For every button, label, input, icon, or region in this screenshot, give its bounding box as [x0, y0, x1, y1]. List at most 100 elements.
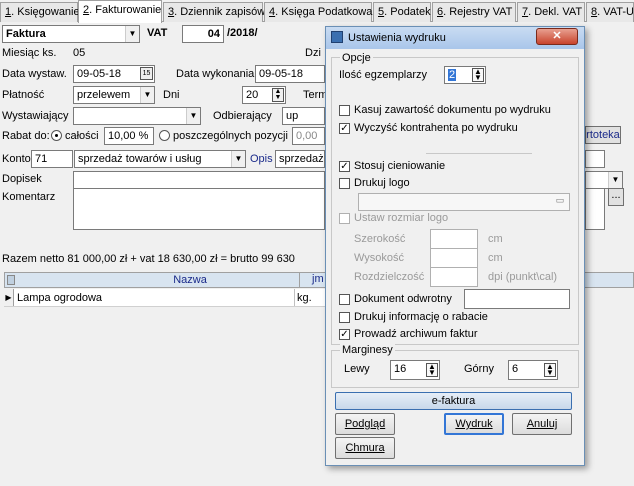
lewy-label: Lewy	[344, 363, 370, 375]
vat-label: VAT	[147, 27, 168, 39]
row-pointer-icon: ▶	[4, 289, 14, 306]
opis-label: Opis	[250, 153, 273, 165]
col-nazwa[interactable]: Nazwa	[85, 274, 295, 286]
opis-field[interactable]: sprzedaż	[275, 150, 325, 168]
chevron-down-icon: ▼	[186, 108, 200, 124]
stosuj-checkbox[interactable]: ✓	[339, 161, 350, 172]
wyczysc-label: Wyczyść kontrahenta po wydruku	[354, 122, 518, 134]
platnosc-select[interactable]: przelewem ▼	[73, 86, 155, 104]
odwrotny-field[interactable]	[464, 289, 570, 309]
radio-dot	[55, 134, 58, 137]
odbierajacy-field[interactable]: up	[282, 107, 325, 125]
data-wyk-label: Data wykonania	[176, 68, 255, 80]
invoice-number-field[interactable]: 04	[182, 25, 224, 43]
row-nazwa: Lampa ogrodowa	[17, 292, 103, 304]
data-wyk-field[interactable]: 09-05-18	[255, 65, 325, 83]
odwrotny-label: Dokument odwrotny	[354, 293, 452, 305]
szerokosc-label: Szerokość	[354, 233, 406, 245]
ustaw-rozmiar-label: Ustaw rozmiar logo	[354, 212, 449, 224]
archiwum-checkbox[interactable]: ✓	[339, 329, 350, 340]
rabat-value-field[interactable]: 10,00 %	[104, 127, 154, 145]
calendar-icon[interactable]: 15	[140, 67, 153, 80]
drukuj-logo-checkbox[interactable]	[339, 178, 350, 189]
ilosc-field[interactable]: 2 ▲ ▼	[444, 66, 486, 84]
miesiac-label: Miesiąc ks.	[2, 47, 57, 59]
wystawiajacy-select[interactable]: ▼	[73, 107, 201, 125]
wysokosc-field[interactable]	[430, 248, 478, 268]
rozdzielczosc-unit: dpi (punkt\cal)	[488, 271, 558, 283]
tab-vat-ue[interactable]: 8. VAT-UE	[586, 2, 634, 22]
table-row[interactable]: ▶ Lampa ogrodowa kg.	[4, 289, 325, 307]
podglad-button[interactable]: Podgląd	[335, 413, 395, 435]
tab-bar: 1. Księgowanie 2. Fakturowanie 3. Dzienn…	[0, 0, 634, 23]
chevron-down-icon: ▼	[125, 26, 139, 42]
rabat-pozycji-radio[interactable]	[159, 130, 170, 141]
kasuj-checkbox[interactable]	[339, 105, 350, 116]
chevron-down-icon: ▼	[140, 87, 154, 103]
separator	[426, 153, 532, 154]
doc-type-select[interactable]: Faktura ▼	[2, 25, 140, 43]
close-icon[interactable]: ✕	[536, 28, 578, 45]
dialog-titlebar: Ustawienia wydruku ✕	[326, 27, 584, 49]
grid-corner	[7, 275, 15, 285]
print-settings-dialog: Ustawienia wydruku ✕ Opcje Ilość egzempl…	[325, 26, 585, 466]
rabat-info-label: Drukuj informację o rabacie	[354, 311, 488, 323]
konto-num-field[interactable]: 71	[31, 150, 73, 168]
tab-ksiega-podatkowa[interactable]: 4. Księga Podatkowa	[264, 2, 372, 22]
spinner-icon[interactable]: ▲ ▼	[426, 363, 438, 377]
rabat-label: Rabat do:	[2, 130, 50, 142]
komentarz-field[interactable]	[73, 188, 325, 230]
chevron-down-icon: ▼	[231, 151, 245, 167]
ilosc-label: Ilość egzemplarzy	[339, 69, 428, 81]
miesiac-value: 05	[73, 47, 86, 59]
gorny-label: Górny	[464, 363, 494, 375]
dz-label: Dzi	[305, 47, 321, 59]
lewy-field[interactable]: 16 ▲ ▼	[390, 360, 440, 380]
szerokosc-unit: cm	[488, 233, 503, 245]
app-icon	[331, 31, 343, 43]
efaktura-button[interactable]: e-faktura	[335, 392, 572, 410]
data-wystaw-label: Data wystaw.	[2, 68, 67, 80]
tab-podatek[interactable]: 5. Podatek	[373, 2, 431, 22]
folder-icon[interactable]: ▭	[552, 195, 568, 209]
spinner-icon[interactable]: ▲ ▼	[272, 88, 284, 102]
szerokosc-field[interactable]	[430, 229, 478, 249]
logo-path-field[interactable]: ▭	[358, 193, 570, 211]
tab-dekl-vat[interactable]: 7. Dekl. VAT	[517, 2, 585, 22]
anuluj-button[interactable]: Anuluj	[512, 413, 572, 435]
dni-field[interactable]: 20 ▲ ▼	[242, 86, 286, 104]
chevron-down-icon: ▼	[608, 172, 622, 188]
rabat2-field[interactable]: 0,00	[292, 127, 325, 145]
tab-dziennik-zapisow[interactable]: 3. Dziennik zapisów	[163, 2, 265, 22]
komentarz-extra[interactable]	[585, 188, 605, 230]
rozdzielczosc-field[interactable]	[430, 267, 478, 287]
dopisek-field[interactable]	[73, 171, 325, 189]
spinner-icon[interactable]: ▲ ▼	[544, 363, 556, 377]
komentarz-more-button[interactable]: ...	[608, 188, 624, 206]
konto-desc-select[interactable]: sprzedaż towarów i usług ▼	[74, 150, 246, 168]
tab-ksiegowanie[interactable]: 1. Księgowanie	[0, 2, 80, 22]
opcje-label: Opcje	[340, 52, 373, 64]
stosuj-label: Stosuj cieniowanie	[354, 160, 446, 172]
chmura-button[interactable]: Chmura	[335, 437, 395, 459]
data-wystaw-field[interactable]: 09-05-18 15	[73, 65, 155, 83]
tab-rejestry-vat[interactable]: 6. Rejestry VAT	[432, 2, 516, 22]
dopisek-select[interactable]: ▼	[585, 171, 623, 189]
row-jm: kg.	[294, 289, 325, 306]
dni-label: Dni	[163, 89, 180, 101]
odwrotny-checkbox[interactable]	[339, 294, 350, 305]
wysokosc-unit: cm	[488, 252, 503, 264]
wydruk-button[interactable]: Wydruk	[444, 413, 504, 435]
drukuj-logo-label: Drukuj logo	[354, 177, 410, 189]
opis-extra-field[interactable]	[585, 150, 605, 168]
kartoteka-button[interactable]: rtoteka	[585, 126, 621, 144]
rabat-info-checkbox[interactable]	[339, 312, 350, 323]
konto-label: Konto	[2, 153, 31, 165]
wyczysc-checkbox[interactable]: ✓	[339, 123, 350, 134]
rabat-calosci-radio[interactable]	[51, 130, 62, 141]
tab-fakturowanie[interactable]: 2. Fakturowanie	[78, 0, 162, 23]
spinner-icon[interactable]: ▲ ▼	[472, 68, 484, 82]
gorny-field[interactable]: 6 ▲ ▼	[508, 360, 558, 380]
razem-summary: Razem netto 81 000,00 zł + vat 18 630,00…	[2, 253, 295, 265]
ustaw-rozmiar-checkbox[interactable]	[339, 213, 350, 224]
